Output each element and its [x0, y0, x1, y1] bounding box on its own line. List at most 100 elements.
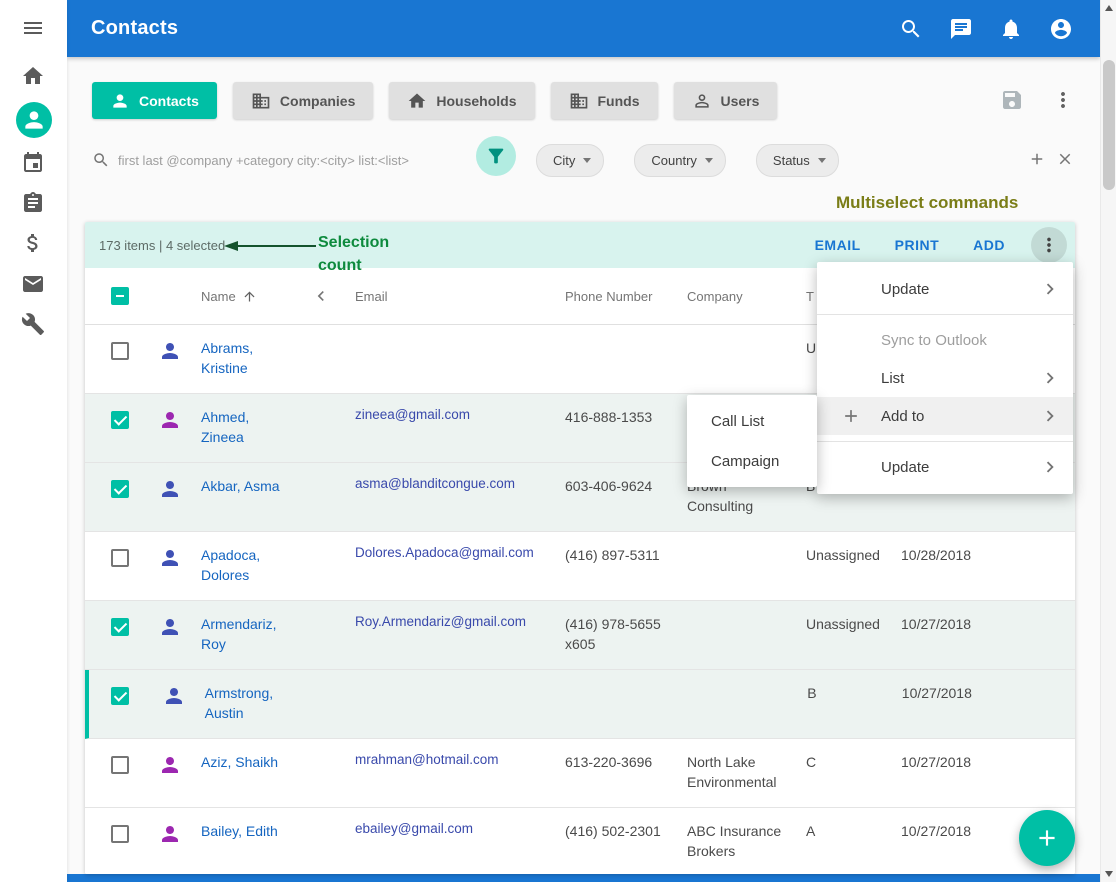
contact-name-link[interactable]: Armstrong, Austin [205, 685, 273, 721]
filter-chip-country[interactable]: Country [634, 144, 726, 177]
email-button[interactable]: EMAIL [815, 237, 861, 253]
person-icon [158, 546, 193, 570]
table-row[interactable]: Armendariz, Roy Roy.Armendariz@gmail.com… [85, 601, 1075, 670]
table-row[interactable]: Bailey, Edith ebailey@gmail.com (416) 50… [85, 808, 1075, 874]
row-checkbox[interactable] [111, 687, 129, 705]
contact-name-link[interactable]: Aziz, Shaikh [201, 754, 278, 770]
menu-item-update-top[interactable]: Update [817, 270, 1073, 308]
home-icon[interactable] [21, 64, 45, 88]
add-to-submenu: Call List Campaign [687, 395, 817, 487]
save-icon[interactable] [1000, 88, 1024, 112]
table-row[interactable]: Armstrong, Austin B 10/27/2018 [85, 670, 1075, 739]
menu-item-add-to[interactable]: Add to [817, 397, 1073, 435]
person-icon [110, 91, 130, 111]
tasks-icon[interactable] [21, 191, 45, 215]
contact-name-link[interactable]: Abrams, Kristine [201, 340, 253, 376]
row-checkbox[interactable] [111, 825, 129, 843]
row-checkbox[interactable] [111, 756, 129, 774]
contact-name-link[interactable]: Bailey, Edith [201, 823, 278, 839]
tab-label: Households [436, 93, 516, 109]
contact-company [679, 601, 798, 669]
chat-icon[interactable] [949, 17, 973, 41]
more-actions-button[interactable] [1031, 227, 1067, 263]
table-row[interactable]: Aziz, Shaikh mrahman@hotmail.com 613-220… [85, 739, 1075, 808]
contact-phone [559, 670, 681, 738]
column-header-name[interactable]: Name [193, 289, 311, 304]
search-icon[interactable] [899, 17, 923, 41]
tab-label: Contacts [139, 93, 199, 109]
contact-email[interactable]: zineea@gmail.com [355, 407, 470, 422]
tab-contacts[interactable]: Contacts [92, 82, 217, 119]
chevron-right-icon [1039, 367, 1061, 389]
menu-icon[interactable] [21, 16, 45, 40]
tab-label: Companies [280, 93, 355, 109]
menu-item-sync-outlook: Sync to Outlook [817, 321, 1073, 359]
filter-chip-status[interactable]: Status [756, 144, 839, 177]
row-checkbox[interactable] [111, 618, 129, 636]
contact-phone: 416-888-1353 [557, 394, 679, 462]
contact-email[interactable]: Dolores.Apadoca@gmail.com [355, 545, 534, 560]
tab-funds[interactable]: Funds [551, 82, 658, 119]
submenu-item-call-list[interactable]: Call List [687, 401, 817, 441]
more-options-icon[interactable] [1051, 88, 1075, 112]
table-row[interactable]: Apadoca, Dolores Dolores.Apadoca@gmail.c… [85, 532, 1075, 601]
calendar-icon[interactable] [21, 151, 45, 175]
contact-email[interactable]: asma@blanditcongue.com [355, 476, 515, 491]
contact-company [679, 325, 798, 393]
row-checkbox[interactable] [111, 480, 129, 498]
tab-companies[interactable]: Companies [233, 82, 373, 119]
contact-tag: C [798, 739, 893, 807]
topbar: Contacts [67, 0, 1100, 57]
search-input[interactable] [116, 146, 465, 174]
contact-name-link[interactable]: Akbar, Asma [201, 478, 280, 494]
contacts-icon[interactable] [16, 102, 52, 138]
contact-email[interactable]: mrahman@hotmail.com [355, 752, 499, 767]
tab-users[interactable]: Users [674, 82, 778, 119]
column-header-phone[interactable]: Phone Number [557, 289, 679, 304]
contact-name-link[interactable]: Ahmed, Zineea [201, 409, 249, 445]
annotation-selection-count: Selection count [318, 231, 389, 277]
print-button[interactable]: PRINT [895, 237, 940, 253]
contact-tag: Unassigned [798, 601, 893, 669]
account-icon[interactable] [1049, 17, 1073, 41]
contact-email[interactable]: Roy.Armendariz@gmail.com [355, 614, 526, 629]
row-checkbox[interactable] [111, 342, 129, 360]
select-all-checkbox[interactable] [111, 287, 129, 305]
clear-search-icon[interactable] [1056, 150, 1074, 168]
collapse-columns-button[interactable] [311, 286, 347, 306]
search-icon [92, 151, 110, 169]
chip-label: Country [651, 153, 697, 168]
scrollbar-thumb[interactable] [1103, 60, 1115, 190]
contact-date: 10/27/2018 [894, 670, 1075, 738]
add-button[interactable]: ADD [973, 237, 1005, 253]
filter-button[interactable] [476, 136, 516, 176]
person-outline-icon [692, 91, 712, 111]
scroll-down-button[interactable] [1101, 866, 1116, 882]
scroll-up-button[interactable] [1101, 0, 1116, 16]
contact-name-link[interactable]: Armendariz, Roy [201, 616, 276, 652]
submenu-item-campaign[interactable]: Campaign [687, 441, 817, 481]
add-filter-icon[interactable] [1028, 150, 1046, 168]
tab-households[interactable]: Households [389, 82, 534, 119]
chevron-down-icon [583, 158, 591, 163]
notifications-icon[interactable] [999, 17, 1023, 41]
person-icon [158, 615, 193, 639]
chevron-right-icon [1039, 405, 1061, 427]
tools-icon[interactable] [21, 312, 45, 336]
contact-tag: A [798, 808, 893, 874]
menu-item-list[interactable]: List [817, 359, 1073, 397]
column-header-company[interactable]: Company [679, 289, 798, 304]
chevron-right-icon [1039, 456, 1061, 478]
menu-divider [817, 441, 1073, 442]
row-checkbox[interactable] [111, 549, 129, 567]
contact-email[interactable]: ebailey@gmail.com [355, 821, 473, 836]
contact-name-link[interactable]: Apadoca, Dolores [201, 547, 260, 583]
filter-chip-city[interactable]: City [536, 144, 604, 177]
row-checkbox[interactable] [111, 411, 129, 429]
money-icon[interactable] [21, 231, 45, 255]
column-header-email[interactable]: Email [347, 289, 557, 304]
menu-item-update-bottom[interactable]: Update [817, 448, 1073, 486]
mail-icon[interactable] [21, 272, 45, 296]
person-icon [158, 408, 193, 432]
add-contact-fab[interactable] [1019, 810, 1075, 866]
